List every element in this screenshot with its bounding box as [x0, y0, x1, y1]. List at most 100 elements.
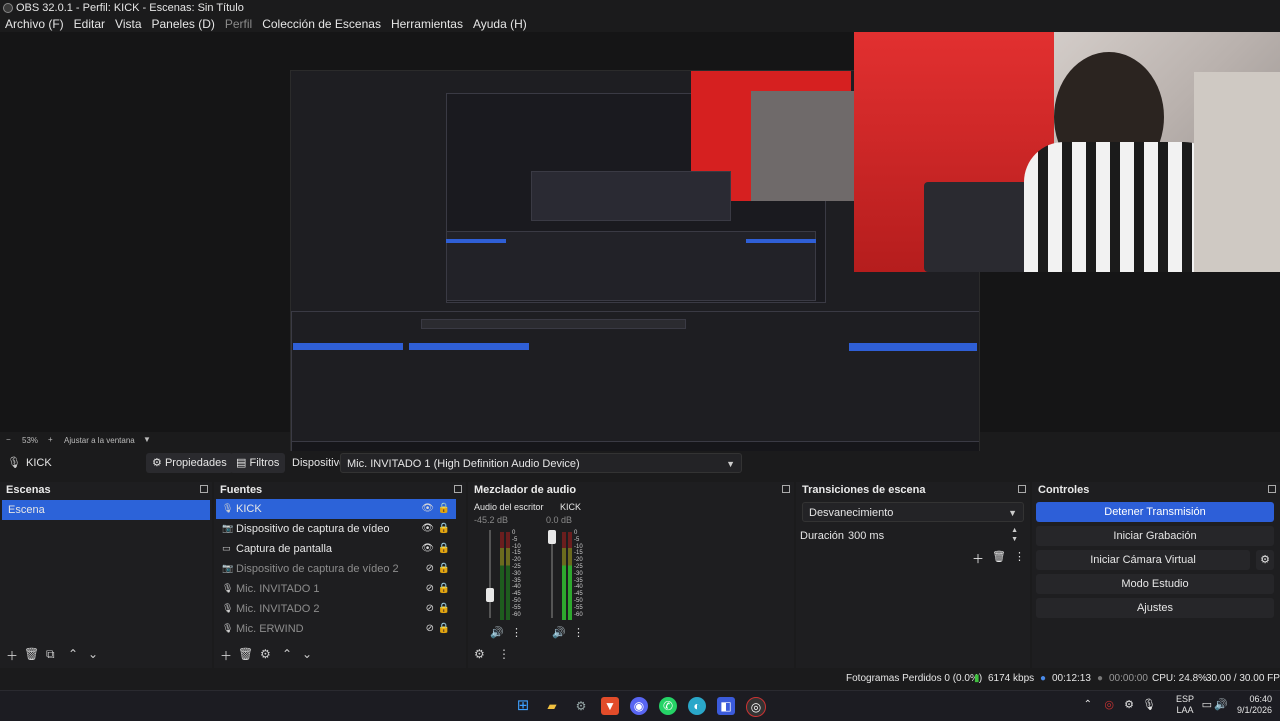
lock-icon[interactable]: 🔒	[438, 559, 450, 579]
menu-vista[interactable]: Vista	[110, 16, 146, 32]
eye-hidden-icon[interactable]: ⊘	[426, 579, 434, 599]
volume-fader-handle[interactable]	[548, 530, 556, 544]
lock-icon[interactable]: 🔒	[438, 499, 450, 519]
app-icon[interactable]: ◧	[717, 697, 735, 715]
float-dock-icon[interactable]	[1268, 485, 1276, 493]
source-item-mic-erwind[interactable]: 🎙 Mic. ERWIND ⊘ 🔒	[216, 619, 456, 639]
chevron-up-icon[interactable]: ⌃	[282, 647, 292, 661]
device-select[interactable]: Mic. INVITADO 1 (High Definition Audio D…	[340, 453, 742, 473]
edge-browser-icon[interactable]: ◐	[688, 697, 706, 715]
source-toolbar: 🎙 KICK ⚙ Propiedades ▤ Filtros Dispositi…	[0, 451, 1280, 475]
volume-fader-handle[interactable]	[486, 588, 494, 602]
menu-editar[interactable]: Editar	[69, 16, 110, 32]
float-dock-icon[interactable]	[454, 485, 462, 493]
obs-taskbar-icon[interactable]: ◎	[746, 697, 766, 717]
scale-tick: -50	[512, 597, 521, 604]
settings-button[interactable]: Ajustes	[1036, 598, 1274, 618]
float-dock-icon[interactable]	[200, 485, 208, 493]
duration-spinbox[interactable]: 300 ms ▲ ▼	[842, 526, 1024, 546]
chevron-down-icon[interactable]: ⌄	[302, 647, 312, 661]
zoom-in-icon[interactable]: +	[48, 435, 53, 444]
zoom-out-icon[interactable]: −	[6, 435, 11, 444]
chevron-down-icon[interactable]: ▼	[143, 435, 151, 444]
source-item-kick[interactable]: 🎙 KICK 👁 🔒	[216, 499, 456, 519]
stop-stream-button[interactable]: Detener Transmisión	[1036, 502, 1274, 522]
eye-icon[interactable]: 👁	[421, 519, 434, 539]
app-tray-icon[interactable]: ⚙	[1124, 698, 1134, 711]
brave-browser-icon[interactable]: ▼	[601, 697, 619, 715]
source-item-video-capture-2[interactable]: 📷 Dispositivo de captura de vídeo 2 ⊘ 🔒	[216, 559, 456, 579]
menu-paneles[interactable]: Paneles (D)	[147, 16, 220, 32]
more-options-icon[interactable]: ⋮	[1014, 550, 1025, 563]
speaker-icon[interactable]: 🔊	[552, 626, 566, 639]
scene-item[interactable]: Escena	[2, 500, 210, 520]
mic-icon[interactable]: 🎙	[1142, 698, 1156, 711]
trash-icon[interactable]: 🗑	[992, 550, 1006, 563]
lock-icon[interactable]: 🔒	[438, 599, 450, 619]
chevron-down-icon[interactable]: ⌄	[88, 647, 98, 661]
menu-coleccion-escenas[interactable]: Colección de Escenas	[257, 16, 386, 32]
add-icon[interactable]: ＋	[6, 647, 18, 664]
eye-icon[interactable]: 👁	[421, 499, 434, 519]
windows-start-icon[interactable]: ⊞	[514, 697, 532, 715]
float-dock-icon[interactable]	[782, 485, 790, 493]
whatsapp-icon[interactable]: ✆	[659, 697, 677, 715]
more-options-icon[interactable]: ⋮	[573, 626, 584, 639]
menu-perfil[interactable]: Perfil	[220, 16, 257, 32]
clock[interactable]: 06:40 9/1/2026	[1237, 694, 1272, 716]
scenes-title: Escenas	[6, 484, 51, 496]
speaker-icon[interactable]: 🔊	[490, 626, 504, 639]
source-item-video-capture[interactable]: 📷 Dispositivo de captura de vídeo 👁 🔒	[216, 519, 456, 539]
menu-herramientas[interactable]: Herramientas	[386, 16, 468, 32]
eye-hidden-icon[interactable]: ⊘	[426, 619, 434, 639]
filters-button[interactable]: ▤ Filtros	[230, 453, 286, 473]
more-options-icon[interactable]: ⋮	[498, 647, 510, 661]
studio-mode-button[interactable]: Modo Estudio	[1036, 574, 1274, 594]
filter-icon[interactable]: ⧉	[46, 647, 55, 662]
volume-icon[interactable]: 🔊	[1214, 698, 1228, 711]
settings-app-icon[interactable]: ⚙	[572, 697, 590, 715]
properties-button[interactable]: ⚙ Propiedades	[146, 453, 233, 473]
window-title: OBS 32.0.1 - Perfil: KICK - Escenas: Sin…	[16, 2, 244, 14]
virtual-camera-settings-gear-icon[interactable]: ⚙	[1256, 550, 1274, 570]
gear-icon[interactable]: ⚙	[474, 647, 485, 661]
virtual-camera-button[interactable]: Iniciar Cámara Virtual	[1036, 550, 1250, 570]
chevron-up-icon[interactable]: ⌃	[1084, 699, 1092, 710]
scale-tick: -10	[574, 543, 583, 550]
audio-mixer-dock: Mezclador de audio Audio del escritorio …	[468, 482, 794, 668]
eye-hidden-icon[interactable]: ⊘	[426, 559, 434, 579]
preview-canvas[interactable]	[0, 32, 1280, 460]
zoom-fit-label[interactable]: Ajustar a la ventana	[64, 436, 135, 445]
zoom-value: 53%	[22, 436, 39, 445]
language-indicator[interactable]: ESP LAA	[1176, 694, 1194, 716]
obs-tray-icon[interactable]: ◎	[1104, 698, 1114, 711]
more-options-icon[interactable]: ⋮	[511, 626, 522, 639]
menu-ayuda[interactable]: Ayuda (H)	[468, 16, 532, 32]
source-item-mic-invitado-2[interactable]: 🎙 Mic. INVITADO 2 ⊘ 🔒	[216, 599, 456, 619]
trash-icon[interactable]: 🗑	[238, 647, 253, 661]
trash-icon[interactable]: 🗑	[24, 647, 39, 661]
source-item-screen-capture[interactable]: ▭ Captura de pantalla 👁 🔒	[216, 539, 456, 559]
discord-icon[interactable]: ◉	[630, 697, 648, 715]
source-item-mic-invitado-1[interactable]: 🎙 Mic. INVITADO 1 ⊘ 🔒	[216, 579, 456, 599]
volume-fader-track[interactable]	[489, 530, 491, 618]
start-recording-button[interactable]: Iniciar Grabación	[1036, 526, 1274, 546]
eye-hidden-icon[interactable]: ⊘	[426, 599, 434, 619]
float-dock-icon[interactable]	[1018, 485, 1026, 493]
bitrate: 6174 kbps	[988, 673, 1035, 684]
lock-icon[interactable]: 🔒	[438, 579, 450, 599]
transition-select[interactable]: Desvanecimiento ▼	[802, 502, 1024, 522]
eye-icon[interactable]: 👁	[421, 539, 434, 559]
lock-icon[interactable]: 🔒	[438, 519, 450, 539]
add-icon[interactable]: ＋	[972, 550, 984, 567]
lock-icon[interactable]: 🔒	[438, 539, 450, 559]
lock-icon[interactable]: 🔒	[438, 619, 450, 639]
monitor-icon[interactable]: ▭	[1202, 698, 1212, 711]
menu-archivo[interactable]: Archivo (F)	[0, 16, 69, 32]
file-explorer-icon[interactable]: ▰	[543, 697, 561, 715]
mic-icon: 🎙	[222, 583, 234, 593]
meter-scale: 0 -5 -10 -15 -20 -25 -30 -35 -40 -45 -50…	[512, 530, 524, 618]
add-icon[interactable]: ＋	[220, 647, 232, 664]
chevron-up-icon[interactable]: ⌃	[68, 647, 78, 661]
gear-icon[interactable]: ⚙	[260, 647, 271, 661]
